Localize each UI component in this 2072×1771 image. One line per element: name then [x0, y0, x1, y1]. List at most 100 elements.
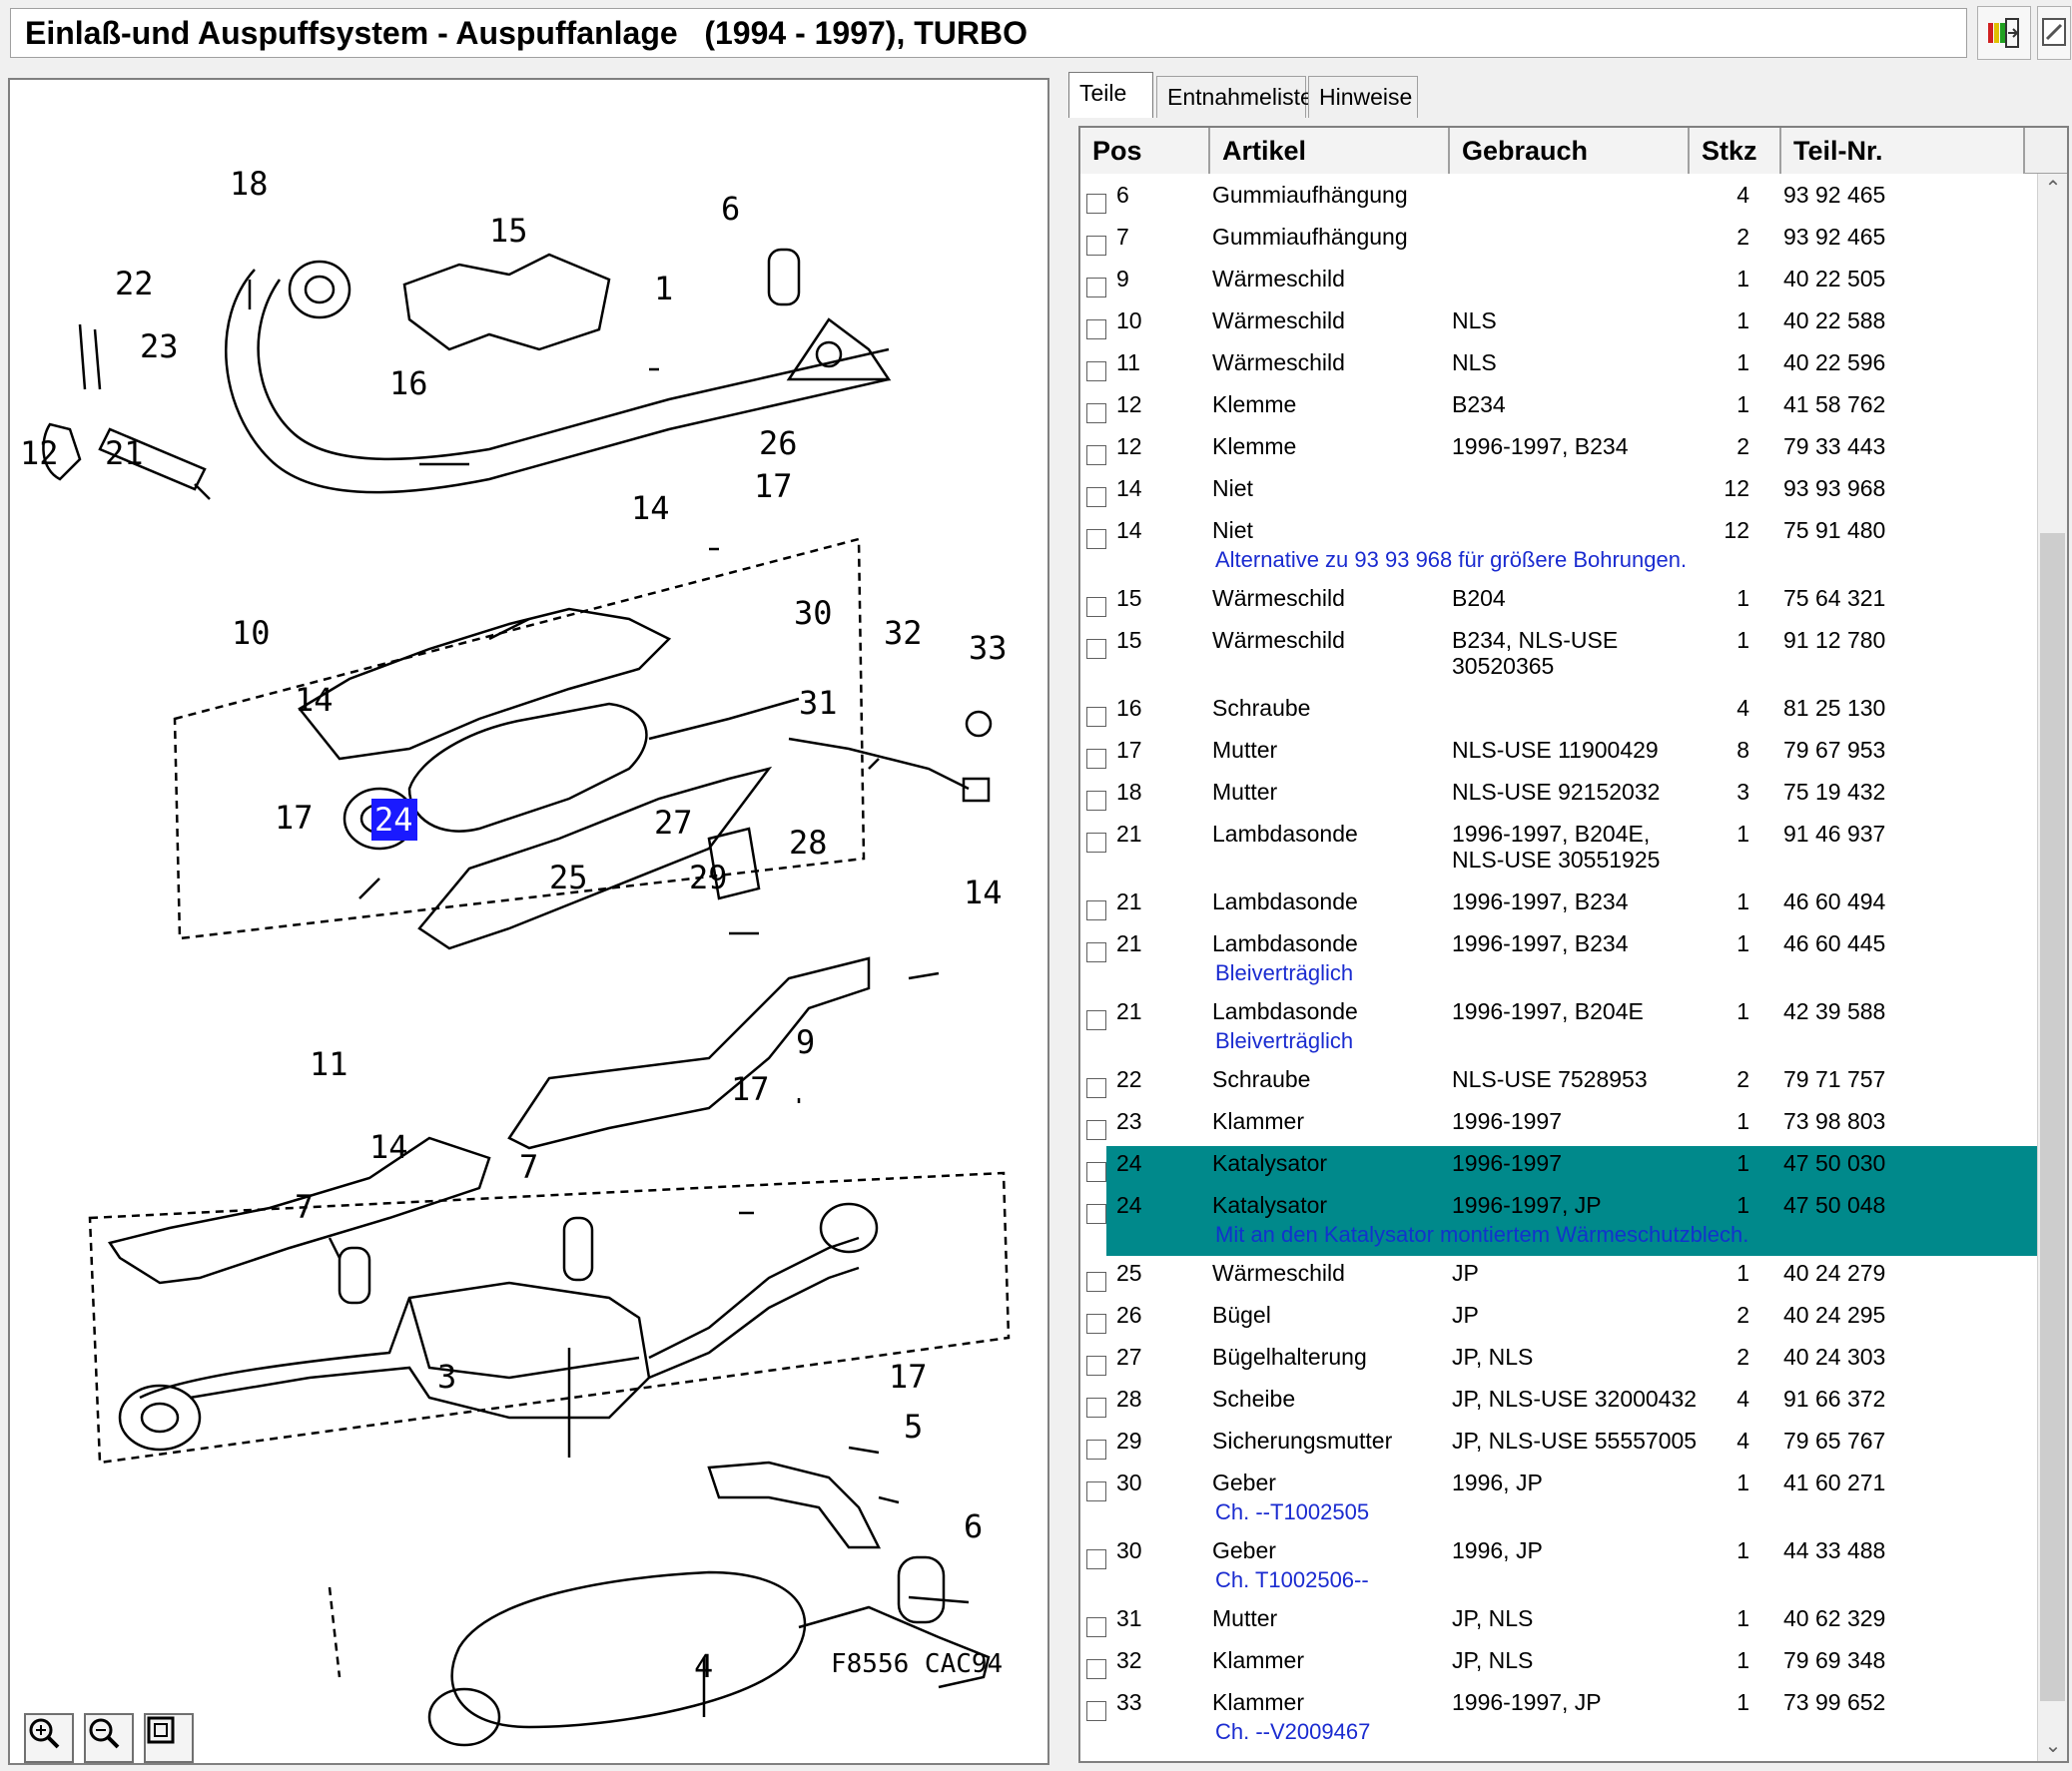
row-checkbox[interactable] — [1086, 707, 1106, 727]
fit-page-button[interactable] — [144, 1713, 194, 1763]
figure-code: F8556 CAC94 — [831, 1649, 1003, 1679]
table-row[interactable]: 25 Wärmeschild JP 1 40 24 279 — [1080, 1256, 2039, 1298]
row-gebrauch: 1996-1997 — [1452, 1150, 1562, 1176]
table-row[interactable]: 21 Lambdasonde 1996-1997, B234 1 46 60 494 — [1080, 885, 2039, 926]
row-teil-nr: 91 12 780 — [1783, 627, 1886, 653]
row-teil-nr: 75 64 321 — [1783, 585, 1886, 611]
table-row[interactable]: 11 Wärmeschild NLS 1 40 22 596 — [1080, 345, 2039, 387]
row-checkbox[interactable] — [1086, 361, 1106, 381]
row-pos: 14 — [1116, 517, 1142, 543]
row-checkbox[interactable] — [1086, 791, 1106, 811]
row-pos: 18 — [1116, 779, 1142, 805]
tab-hinweise[interactable]: Hinweise — [1308, 76, 1418, 118]
column-artikel[interactable]: Artikel — [1210, 128, 1450, 174]
scroll-thumb[interactable] — [2040, 533, 2065, 1701]
row-checkbox[interactable] — [1086, 1440, 1106, 1460]
row-checkbox[interactable] — [1086, 1481, 1106, 1501]
table-row[interactable]: 32 Klammer JP, NLS 1 79 69 348 — [1080, 1643, 2039, 1685]
row-artikel: Klemme — [1212, 433, 1297, 459]
row-teil-nr: 40 22 596 — [1783, 349, 1886, 375]
row-checkbox[interactable] — [1086, 529, 1106, 549]
row-checkbox[interactable] — [1086, 1272, 1106, 1292]
row-note: Ch. T1002506-- — [1215, 1567, 1369, 1592]
vertical-scrollbar[interactable]: ⌃ ⌄ — [2037, 174, 2067, 1761]
tab-entnahmeliste[interactable]: Entnahmeliste — [1156, 76, 1313, 118]
table-row[interactable]: 23 Klammer 1996-1997 1 73 98 803 — [1080, 1104, 2039, 1146]
column-gebrauch[interactable]: Gebrauch — [1450, 128, 1690, 174]
row-artikel: Mutter — [1212, 779, 1278, 805]
row-checkbox[interactable] — [1086, 639, 1106, 659]
table-row[interactable]: 6 Gummiaufhängung 4 93 92 465 — [1080, 178, 2039, 220]
row-checkbox[interactable] — [1086, 749, 1106, 769]
table-row[interactable]: 17 Mutter NLS-USE 11900429 8 79 67 953 — [1080, 733, 2039, 775]
scroll-up-icon[interactable]: ⌃ — [2038, 174, 2067, 204]
table-row[interactable]: 16 Schraube 4 81 25 130 — [1080, 691, 2039, 733]
table-row[interactable]: 18 Mutter NLS-USE 92152032 3 75 19 432 — [1080, 775, 2039, 817]
table-row[interactable]: 26 Bügel JP 2 40 24 295 — [1080, 1298, 2039, 1340]
table-row[interactable]: 24 Katalysator 1996-1997, JP 1 47 50 048 Mit … — [1086, 1188, 2039, 1256]
table-row[interactable]: 29 Sicherungsmutter JP, NLS-USE 55557005 4 7… — [1080, 1424, 2039, 1466]
table-row[interactable]: 15 Wärmeschild B234, NLS-USE 1 91 12 780 3052… — [1080, 623, 2039, 691]
row-checkbox[interactable] — [1086, 942, 1106, 962]
table-row[interactable]: 10 Wärmeschild NLS 1 40 22 588 — [1080, 303, 2039, 345]
exploded-parts-diagram[interactable]: 18 15 6 1 22 23 16 12 21 26 17 14 10 30 … — [8, 78, 1049, 1765]
scroll-down-icon[interactable]: ⌄ — [2038, 1731, 2067, 1761]
row-checkbox[interactable] — [1086, 1356, 1106, 1376]
row-checkbox[interactable] — [1086, 1549, 1106, 1569]
table-row[interactable]: 12 Klemme 1996-1997, B234 2 79 33 443 — [1080, 429, 2039, 471]
table-row[interactable]: 21 Lambdasonde 1996-1997, B204E, 1 91 46 937… — [1080, 817, 2039, 885]
row-checkbox[interactable] — [1086, 487, 1106, 507]
table-row[interactable]: 15 Wärmeschild B204 1 75 64 321 — [1080, 581, 2039, 623]
row-stkz: 8 — [1736, 737, 1749, 763]
row-checkbox[interactable] — [1086, 319, 1106, 339]
table-row[interactable]: 33 Klammer 1996-1997, JP 1 73 99 652 Ch. --V2… — [1080, 1685, 2039, 1753]
column-pos[interactable]: Pos — [1080, 128, 1210, 174]
table-row[interactable]: 30 Geber 1996, JP 1 41 60 271 Ch. --T1002505 — [1080, 1466, 2039, 1533]
row-checkbox[interactable] — [1086, 403, 1106, 423]
table-row[interactable]: 31 Mutter JP, NLS 1 40 62 329 — [1080, 1601, 2039, 1643]
row-checkbox[interactable] — [1086, 278, 1106, 297]
row-checkbox[interactable] — [1086, 597, 1106, 617]
row-teil-nr: 46 60 494 — [1783, 888, 1886, 914]
table-row[interactable]: 27 Bügelhalterung JP, NLS 2 40 24 303 — [1080, 1340, 2039, 1382]
row-checkbox[interactable] — [1086, 1314, 1106, 1334]
table-row[interactable]: 14 Niet 12 93 93 968 — [1080, 471, 2039, 513]
callout-17c: 17 — [731, 1070, 770, 1108]
row-checkbox[interactable] — [1086, 1010, 1106, 1030]
row-checkbox[interactable] — [1086, 833, 1106, 853]
callout-25: 25 — [549, 859, 588, 896]
row-checkbox[interactable] — [1086, 1659, 1106, 1679]
table-row[interactable]: 7 Gummiaufhängung 2 93 92 465 — [1080, 220, 2039, 262]
row-pos: 28 — [1116, 1386, 1142, 1412]
row-checkbox[interactable] — [1086, 1701, 1106, 1721]
row-checkbox[interactable] — [1086, 900, 1106, 920]
table-row[interactable]: 24 Katalysator 1996-1997 1 47 50 030 — [1086, 1146, 2039, 1188]
row-checkbox[interactable] — [1086, 194, 1106, 214]
callout-7b: 7 — [295, 1188, 314, 1226]
row-checkbox[interactable] — [1086, 1398, 1106, 1418]
table-row[interactable]: 9 Wärmeschild 1 40 22 505 — [1080, 262, 2039, 303]
table-row[interactable]: 12 Klemme B234 1 41 58 762 — [1080, 387, 2039, 429]
row-gebrauch: 1996-1997 — [1452, 1108, 1562, 1134]
row-artikel: Schraube — [1212, 1066, 1311, 1092]
row-checkbox[interactable] — [1086, 236, 1106, 256]
table-row[interactable]: 21 Lambdasonde 1996-1997, B234 1 46 60 445 Bl… — [1080, 926, 2039, 994]
row-checkbox[interactable] — [1086, 1162, 1106, 1182]
table-row[interactable]: 28 Scheibe JP, NLS-USE 32000432 4 91 66 372 — [1080, 1382, 2039, 1424]
column-teil-nr[interactable]: Teil-Nr. — [1781, 128, 2025, 174]
table-row[interactable]: 14 Niet 12 75 91 480 Alternative zu 93 93 96… — [1080, 513, 2039, 581]
row-checkbox[interactable] — [1086, 445, 1106, 465]
zoom-out-button[interactable] — [84, 1713, 134, 1763]
table-row[interactable]: 22 Schraube NLS-USE 7528953 2 79 71 757 — [1080, 1062, 2039, 1104]
exit-button[interactable] — [1977, 6, 2031, 60]
tab-teile[interactable]: Teile — [1068, 72, 1153, 118]
row-checkbox[interactable] — [1086, 1078, 1106, 1098]
table-row[interactable]: 30 Geber 1996, JP 1 44 33 488 Ch. T1002506-- — [1080, 1533, 2039, 1601]
column-stkz[interactable]: Stkz — [1690, 128, 1781, 174]
table-row[interactable]: 21 Lambdasonde 1996-1997, B204E 1 42 39 588 B… — [1080, 994, 2039, 1062]
zoom-in-button[interactable] — [24, 1713, 74, 1763]
row-checkbox[interactable] — [1086, 1617, 1106, 1637]
edit-button[interactable] — [2037, 6, 2071, 60]
row-checkbox[interactable] — [1086, 1120, 1106, 1140]
row-checkbox[interactable] — [1086, 1204, 1106, 1224]
